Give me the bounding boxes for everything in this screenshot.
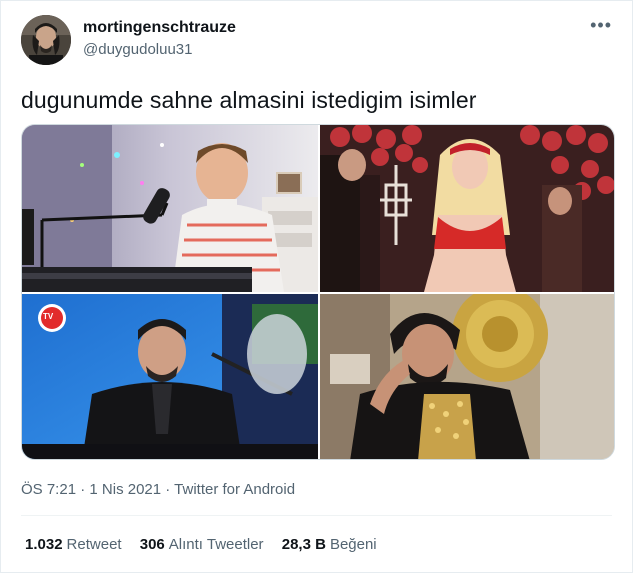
meta-separator: · [161, 481, 175, 498]
tweet-source[interactable]: Twitter for Android [174, 481, 295, 498]
photo-man-gold-throne[interactable] [320, 294, 614, 459]
tweet-meta: ÖS 7:21 · 1 Nis 2021 · Twitter for Andro… [21, 481, 295, 498]
tweet-stats: 1.032 Retweet 306 Alıntı Tweetler 28,3 B Be… [25, 536, 391, 553]
tweet-text: dugunumde sahne almasini istedigim isiml… [21, 87, 477, 113]
quotes-stat[interactable]: 306 Alıntı Tweetler [140, 536, 264, 553]
meta-separator: · [76, 481, 90, 498]
avatar-image [21, 15, 71, 65]
tv-logo: TV [43, 312, 54, 321]
retweets-stat[interactable]: 1.032 Retweet [25, 536, 122, 553]
media-grid: TV [21, 124, 615, 460]
likes-count: 28,3 B [281, 536, 326, 553]
likes-stat[interactable]: 28,3 B Beğeni [282, 536, 377, 553]
tweet-time[interactable]: ÖS 7:21 [21, 481, 76, 498]
retweets-label: Retweet [66, 536, 122, 553]
quotes-label: Alıntı Tweetler [168, 536, 264, 553]
avatar[interactable] [21, 15, 71, 65]
tweet-card: mortingenschtrauze @duygudoluu31 ••• dug… [0, 0, 633, 573]
quotes-count: 306 [139, 536, 165, 553]
photo-man-keyboard-tv[interactable]: TV [22, 294, 318, 459]
user-handle[interactable]: @duygudoluu31 [83, 41, 192, 58]
photo-woman-red-dress[interactable] [320, 125, 614, 292]
likes-label: Beğeni [329, 536, 377, 553]
photo-boy-keyboard[interactable] [22, 125, 318, 292]
more-dots-icon[interactable]: ••• [590, 15, 612, 36]
tweet-date[interactable]: 1 Nis 2021 [89, 481, 161, 498]
divider [21, 515, 612, 516]
retweets-count: 1.032 [25, 536, 63, 553]
display-name[interactable]: mortingenschtrauze [83, 19, 236, 37]
